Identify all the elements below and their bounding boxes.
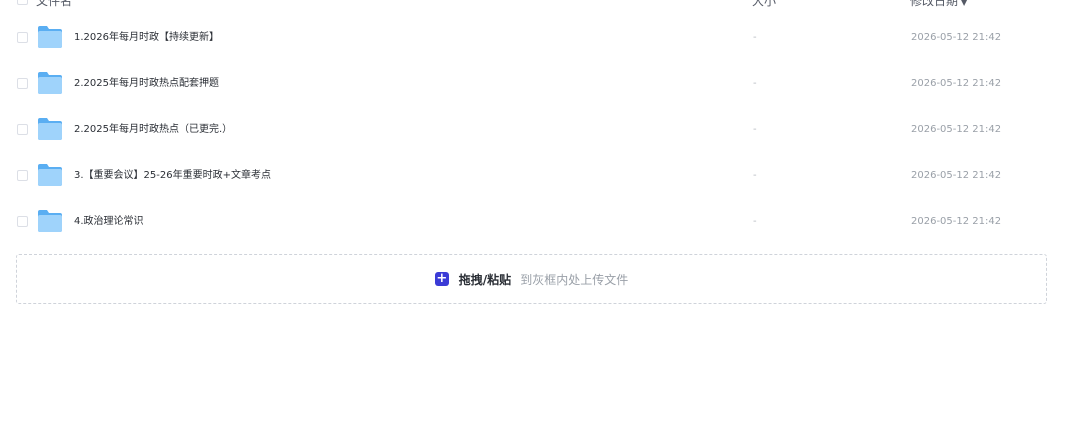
file-row[interactable]: 2.2025年每月时政热点配套押题 - 2026-05-12 21:42 [0,61,1080,107]
upload-hint: 到灰框内处上传文件 [520,272,629,287]
caret-down-icon[interactable]: ▼ [961,0,967,7]
row-checkbox[interactable] [17,32,28,43]
file-date: 2026-05-12 21:42 [911,32,1002,43]
file-name[interactable]: 2.2025年每月时政热点配套押题 [74,76,219,92]
file-browser: 文件名 大小 修改日期 ▼ 1.2026年每月时政【持续更新】 - 2026-05… [0,0,1080,423]
upload-drop-zone[interactable]: + 拖拽/粘贴 到灰框内处上传文件 [16,254,1047,304]
plus-square-icon: + [434,271,449,286]
select-all-checkbox[interactable] [17,0,28,5]
file-size: - [753,216,757,227]
row-checkbox[interactable] [17,216,28,227]
row-checkbox[interactable] [17,78,28,89]
file-name[interactable]: 1.2026年每月时政【持续更新】 [74,30,219,46]
file-size: - [753,78,757,89]
file-name[interactable]: 4.政治理论常识 [74,214,144,230]
file-date: 2026-05-12 21:42 [911,78,1002,89]
row-checkbox[interactable] [17,124,28,135]
file-size: - [753,124,757,135]
folder-icon [38,164,62,186]
file-list-header: 文件名 大小 修改日期 ▼ [0,0,1080,12]
folder-icon [38,210,62,232]
column-header-date[interactable]: 修改日期 ▼ [910,0,967,10]
folder-icon [38,118,62,140]
file-date: 2026-05-12 21:42 [911,170,1002,181]
folder-icon [38,26,62,48]
file-row[interactable]: 2.2025年每月时政热点（已更完.） - 2026-05-12 21:42 [0,107,1080,153]
file-date: 2026-05-12 21:42 [911,216,1002,227]
column-header-name[interactable]: 文件名 [36,0,72,8]
row-checkbox[interactable] [17,170,28,181]
file-date: 2026-05-12 21:42 [911,124,1002,135]
file-row[interactable]: 1.2026年每月时政【持续更新】 - 2026-05-12 21:42 [0,15,1080,61]
file-row[interactable]: 4.政治理论常识 - 2026-05-12 21:42 [0,199,1080,245]
upload-action-label: 拖拽/粘贴 [458,272,512,287]
folder-icon [38,72,62,94]
file-size: - [753,170,757,181]
file-name[interactable]: 2.2025年每月时政热点（已更完.） [74,122,232,138]
column-header-size[interactable]: 大小 [752,0,776,8]
file-name[interactable]: 3.【重要会议】25-26年重要时政+文章考点 [74,168,271,184]
file-row[interactable]: 3.【重要会议】25-26年重要时政+文章考点 - 2026-05-12 21:… [0,153,1080,199]
file-size: - [753,32,757,43]
column-header-date-label: 修改日期 [910,0,959,8]
